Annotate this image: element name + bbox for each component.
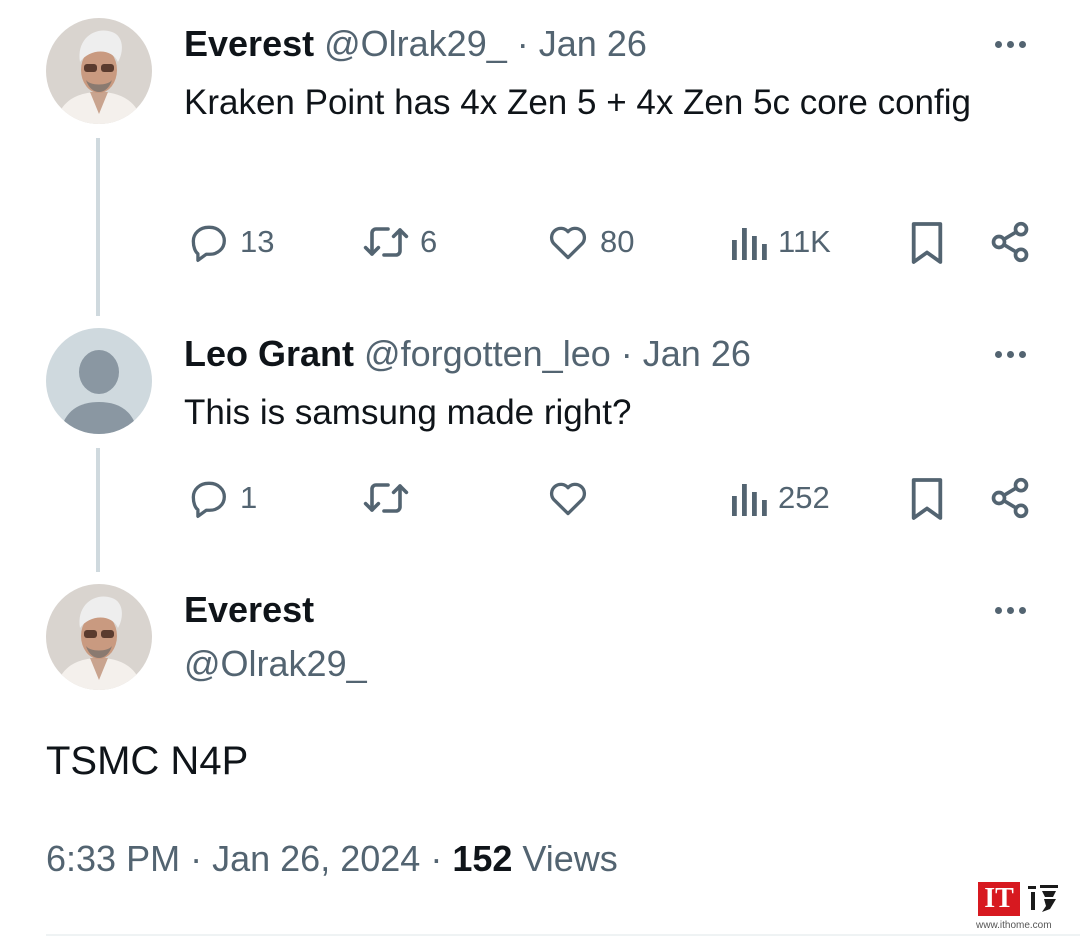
bookmark-icon: [911, 478, 943, 520]
repost-button[interactable]: 6: [362, 220, 437, 264]
views-count: 252: [778, 480, 830, 515]
tweet-header: Everest @Olrak29_ · Jan 26: [184, 22, 647, 66]
tweet-meta: 6:33 PM · Jan 26, 2024 · 152 Views: [46, 838, 618, 880]
thread-line: [96, 448, 100, 572]
dot-separator: ·: [620, 333, 633, 374]
share-button[interactable]: [988, 476, 1032, 520]
author-name[interactable]: Everest: [184, 23, 314, 64]
views-label: Views: [522, 838, 618, 879]
reply-count: 1: [240, 480, 258, 515]
bookmark-icon: [911, 222, 943, 264]
more-options-icon[interactable]: [988, 34, 1032, 54]
repost-icon: [363, 227, 409, 257]
share-icon: [991, 477, 1029, 519]
reply-icon: [191, 225, 226, 262]
tweet-text: Kraken Point has 4x Zen 5 + 4x Zen 5c co…: [184, 83, 971, 122]
avatar[interactable]: [46, 18, 152, 124]
reply-icon: [191, 481, 226, 518]
repost-count: 6: [420, 224, 438, 259]
views-button[interactable]: 11K: [728, 220, 831, 264]
heart-icon: [549, 226, 587, 260]
like-button[interactable]: [546, 476, 600, 520]
repost-button[interactable]: [362, 476, 420, 520]
share-icon: [991, 221, 1029, 263]
tweet-text: This is samsung made right?: [184, 393, 632, 432]
bookmark-button[interactable]: [908, 476, 946, 522]
heart-icon: [549, 482, 587, 516]
dot-separator: ·: [430, 838, 443, 879]
reply-button[interactable]: 13: [186, 220, 274, 264]
avatar[interactable]: [46, 328, 152, 434]
author-name[interactable]: Leo Grant: [184, 333, 354, 374]
bookmark-button[interactable]: [908, 220, 946, 266]
reply-button[interactable]: 1: [186, 476, 257, 520]
dot-separator: ·: [190, 838, 203, 879]
analytics-icon: [732, 484, 767, 516]
author-handle[interactable]: @forgotten_leo: [364, 333, 611, 374]
author-handle[interactable]: @Olrak29_: [184, 642, 367, 686]
like-count: 80: [600, 224, 635, 259]
main-tweet-text: TSMC N4P: [46, 739, 249, 783]
watermark-brand: IT: [984, 883, 1014, 914]
views-button[interactable]: 252: [728, 476, 830, 520]
repost-icon: [363, 483, 409, 513]
views-count: 11K: [778, 224, 831, 259]
reply-count: 13: [240, 224, 275, 259]
thread-line: [96, 138, 100, 316]
analytics-icon: [732, 228, 767, 260]
watermark-glyph: [1028, 885, 1058, 912]
watermark-logo-box: IT: [978, 882, 1020, 916]
author-handle[interactable]: @Olrak29_: [324, 23, 507, 64]
ithome-watermark: IT www.ithome.com: [976, 880, 1066, 932]
divider: [46, 934, 1080, 936]
tweet-date[interactable]: Jan 26: [643, 333, 751, 374]
watermark-site: www.ithome.com: [976, 920, 1052, 931]
author-name[interactable]: Everest: [184, 588, 314, 632]
share-button[interactable]: [988, 220, 1032, 264]
avatar[interactable]: [46, 584, 152, 690]
dot-separator: ·: [516, 23, 529, 64]
more-options-icon[interactable]: [988, 600, 1032, 620]
tweet-date[interactable]: Jan 26: [539, 23, 647, 64]
more-options-icon[interactable]: [988, 344, 1032, 364]
tweet-header: Leo Grant @forgotten_leo · Jan 26: [184, 332, 751, 376]
like-button[interactable]: 80: [546, 220, 634, 264]
tweet-time[interactable]: 6:33 PM: [46, 838, 180, 879]
tweet-full-date[interactable]: Jan 26, 2024: [212, 838, 420, 879]
views-number: 152: [452, 838, 513, 879]
